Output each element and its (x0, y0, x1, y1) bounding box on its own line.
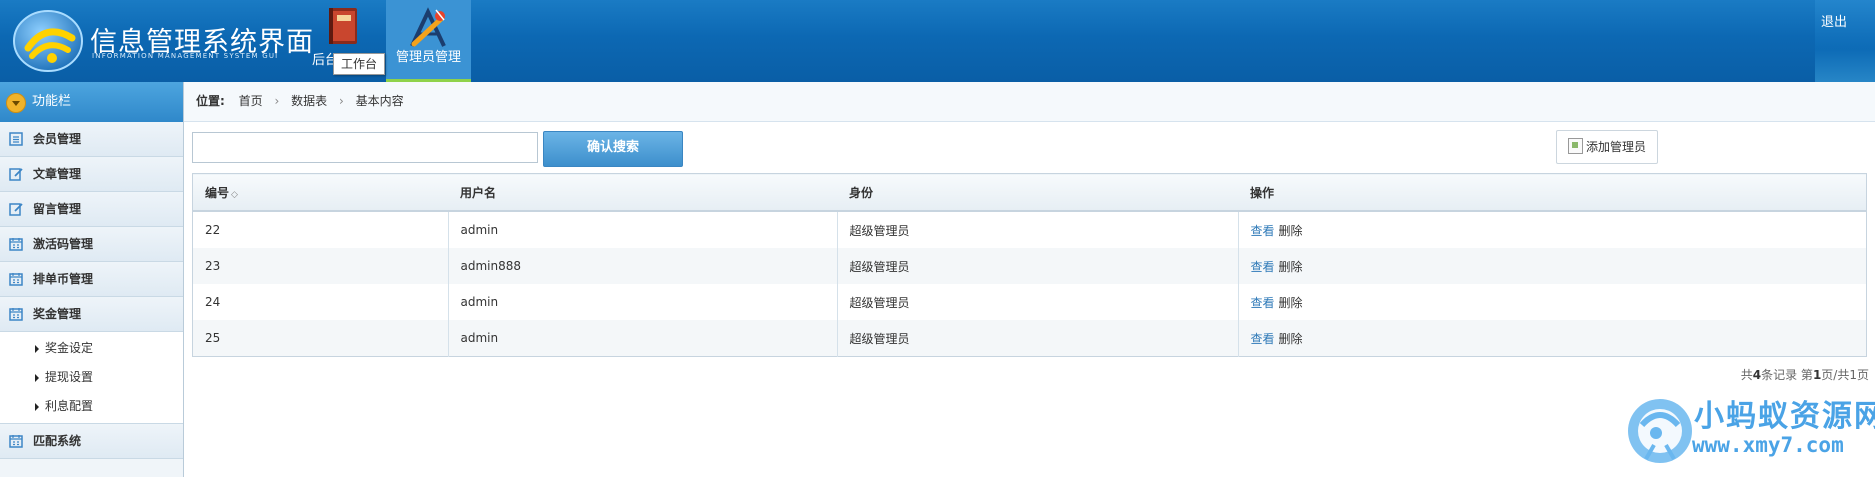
calendar-icon (9, 435, 23, 448)
sidebar-item-label: 激活码管理 (33, 237, 94, 251)
sidebar-item-label: 匹配系统 (33, 434, 82, 448)
search-input[interactable] (192, 132, 538, 163)
admin-table: 编号 ◇ 用户名 身份 操作 22 admin 超级管理员 查看 删除 23 adm… (192, 173, 1867, 357)
table-row: 25 admin 超级管理员 查看 删除 (192, 320, 1867, 357)
breadcrumb-current: 基本内容 (355, 94, 404, 108)
tools-icon (409, 7, 446, 47)
breadcrumb-datatable[interactable]: 数据表 (291, 94, 327, 108)
broken-image-icon (1567, 138, 1583, 154)
logo-icon (13, 10, 83, 72)
book-icon (329, 8, 357, 44)
pager-text: 条记录 第 (1761, 368, 1813, 382)
view-link[interactable]: 查看 (1251, 224, 1275, 238)
table-row: 22 admin 超级管理员 查看 删除 (192, 211, 1867, 248)
cell-username: admin (448, 320, 838, 357)
breadcrumb: 位置: 首页 › 数据表 › 基本内容 (184, 82, 1875, 122)
column-header-role: 身份 (837, 173, 1238, 212)
pager-pages: 1 (1849, 368, 1857, 382)
tooltip-workbench: 工作台 (333, 53, 385, 75)
sidebar: 功能栏 会员管理 文章管理 留言管理 激活码管理 排单币管理 奖金管理 奖金设定… (0, 82, 184, 477)
edit-icon (9, 168, 23, 181)
sidebar-item-article[interactable]: 文章管理 (0, 157, 183, 192)
delete-link[interactable]: 删除 (1279, 296, 1303, 310)
cell-username: admin (448, 211, 838, 248)
column-header-id[interactable]: 编号 ◇ (192, 173, 448, 212)
confirm-search-button[interactable]: 确认搜索 (543, 131, 683, 167)
sidebar-item-label: 奖金管理 (33, 307, 82, 321)
calendar-icon (9, 273, 23, 286)
bonus-submenu: 奖金设定 提现设置 利息配置 (0, 332, 183, 424)
delete-link[interactable]: 删除 (1279, 224, 1303, 238)
cell-actions: 查看 删除 (1238, 248, 1867, 284)
add-admin-button[interactable]: 添加管理员 (1556, 130, 1658, 164)
sidebar-item-label: 会员管理 (33, 132, 82, 146)
nav-admin-label: 管理员管理 (395, 50, 461, 65)
cell-id: 24 (192, 284, 449, 320)
cell-actions: 查看 删除 (1238, 211, 1867, 248)
cell-actions: 查看 删除 (1238, 320, 1867, 357)
watermark-url: www.xmy7.com (1692, 433, 1844, 457)
cell-id: 23 (192, 248, 449, 284)
sidebar-item-message[interactable]: 留言管理 (0, 192, 183, 227)
sort-icon[interactable]: ◇ (231, 190, 238, 200)
view-link[interactable]: 查看 (1251, 260, 1275, 274)
cell-role: 超级管理员 (837, 248, 1239, 284)
top-header: 信息管理系统界面 INFORMATION MANAGEMENT SYSTEM G… (0, 0, 1875, 82)
pager-text: 共 (1740, 368, 1753, 382)
table-row: 24 admin 超级管理员 查看 删除 (192, 284, 1867, 320)
cell-username: admin (448, 284, 838, 320)
sidebar-item-order-coin[interactable]: 排单币管理 (0, 262, 183, 297)
sidebar-item-label: 文章管理 (33, 167, 82, 181)
watermark-title: 小蚂蚁资源网 (1694, 399, 1875, 434)
breadcrumb-separator-icon: › (274, 94, 280, 108)
list-icon (9, 132, 23, 146)
column-header-username: 用户名 (448, 173, 837, 212)
logout-link[interactable]: 退出 (1821, 11, 1847, 30)
app-subtitle: INFORMATION MANAGEMENT SYSTEM GUI (92, 52, 279, 60)
pagination-info: 共4条记录 第1页/共1页 (1741, 366, 1869, 383)
cell-role: 超级管理员 (837, 320, 1239, 357)
column-header-label: 编号 (205, 185, 230, 200)
table-header-row: 编号 ◇ 用户名 身份 操作 (192, 173, 1867, 212)
cell-role: 超级管理员 (837, 211, 1239, 248)
breadcrumb-separator-icon: › (338, 94, 344, 108)
pager-total: 4 (1752, 368, 1762, 382)
pager-text: 页 (1856, 368, 1869, 382)
submenu-item-withdraw-setting[interactable]: 提现设置 (0, 363, 183, 392)
edit-icon (9, 203, 23, 216)
cell-actions: 查看 删除 (1238, 284, 1867, 320)
calendar-icon (9, 308, 23, 321)
pager-text: 页/共 (1821, 368, 1850, 382)
sidebar-item-member[interactable]: 会员管理 (0, 122, 183, 157)
sidebar-item-bonus[interactable]: 奖金管理 (0, 297, 183, 332)
submenu-item-interest-config[interactable]: 利息配置 (0, 392, 183, 421)
cell-role: 超级管理员 (837, 284, 1239, 320)
delete-link[interactable]: 删除 (1279, 260, 1303, 274)
submenu-item-bonus-setting[interactable]: 奖金设定 (0, 334, 183, 363)
sidebar-item-label: 留言管理 (33, 202, 82, 216)
breadcrumb-label: 位置: (196, 94, 225, 108)
sidebar-item-label: 排单币管理 (33, 272, 94, 286)
table-row: 23 admin888 超级管理员 查看 删除 (192, 248, 1867, 284)
breadcrumb-home[interactable]: 首页 (239, 94, 263, 108)
sidebar-header[interactable]: 功能栏 (0, 82, 183, 122)
collapse-icon (6, 93, 26, 113)
add-admin-label: 添加管理员 (1585, 140, 1646, 154)
calendar-icon (9, 238, 23, 251)
cell-id: 25 (192, 320, 449, 357)
column-header-actions: 操作 (1238, 173, 1867, 212)
view-link[interactable]: 查看 (1251, 332, 1275, 346)
cell-username: admin888 (448, 248, 838, 284)
view-link[interactable]: 查看 (1251, 296, 1275, 310)
sidebar-item-activation-code[interactable]: 激活码管理 (0, 227, 183, 262)
delete-link[interactable]: 删除 (1279, 332, 1303, 346)
cell-id: 22 (192, 211, 449, 248)
sidebar-title: 功能栏 (32, 94, 72, 109)
sidebar-item-matching[interactable]: 匹配系统 (0, 424, 183, 459)
nav-admin-management[interactable]: 管理员管理 (386, 0, 471, 82)
